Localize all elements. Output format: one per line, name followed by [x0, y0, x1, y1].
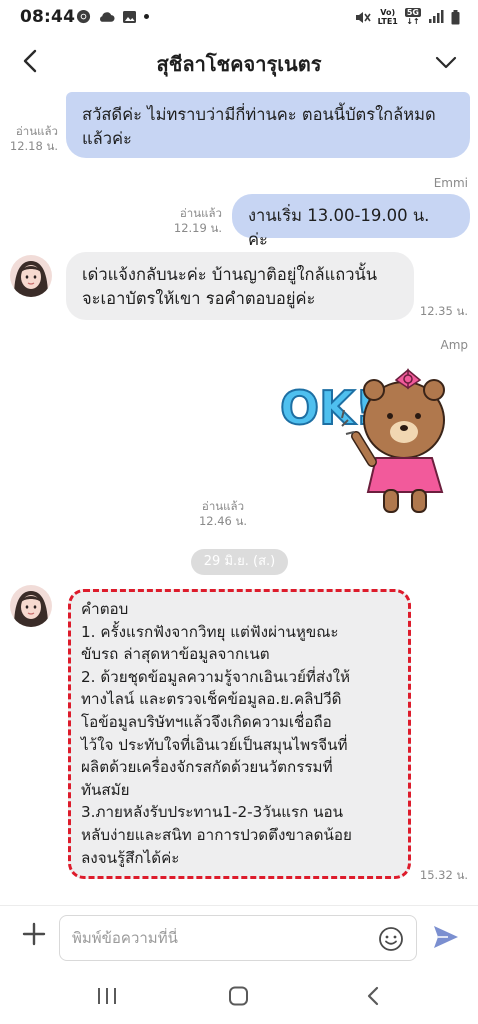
- 5g-indicator: 5G ↓↑: [404, 8, 421, 26]
- message-bubble-received-highlighted[interactable]: คำตอบ 1. ครั้งแรกฟังจากวิทยุ แต่ฟังผ่านห…: [68, 589, 411, 879]
- status-time: 08:44: [20, 7, 76, 27]
- read-receipt: อ่านแล้ว 12.46 น.: [198, 499, 248, 528]
- chat-area[interactable]: อ่านแล้ว 12.18 น. สวัสดีค่ะ ไม่ทราบว่ามี…: [0, 90, 478, 905]
- sender-name: Emmi: [433, 176, 468, 190]
- volte-indicator: Vo) LTE1: [378, 8, 398, 26]
- message-bubble-sent[interactable]: สวัสดีค่ะ ไม่ทราบว่ามีกี่ท่านคะ ตอนนี้บั…: [66, 92, 470, 158]
- answer-line: ทางไลน์ และตรวจเช็คข้อมูลอ.ย.คลิปวีดิ: [81, 690, 342, 709]
- answer-line: ทันสมัย: [81, 780, 130, 799]
- chat-title: สุชีลาโชคจารุเนตร: [156, 52, 322, 76]
- sticker-text: OK!: [280, 381, 376, 435]
- message-bubble-sent[interactable]: งานเริ่ม 13.00-19.00 น. ค่ะ: [232, 194, 470, 249]
- answer-line: ผลิตด้วยเครื่องจักรสกัดด้วยนวัตกรรมที่: [81, 758, 333, 777]
- answer-line: คำตอบ: [81, 600, 129, 618]
- send-icon[interactable]: [432, 924, 460, 950]
- battery-icon: [451, 9, 460, 24]
- message-input[interactable]: [59, 915, 417, 961]
- signal-icon: [429, 10, 444, 23]
- recent-apps-icon[interactable]: [95, 985, 119, 1007]
- message-time: 15.32 น.: [419, 868, 468, 882]
- system-nav-bar: [0, 967, 478, 1024]
- mute-icon: [355, 11, 371, 23]
- chat-header: สุชีลาโชคจารุเนตร: [0, 34, 478, 90]
- status-left-icons: [76, 9, 149, 24]
- answer-line: 2. ด้วยชุดข้อมูลความรู้จากเอินเวย์ที่ส่ง…: [81, 667, 351, 686]
- answer-line: 1. ครั้งแรกฟังจากวิทยุ แต่ฟังผ่านหูขณะ: [81, 622, 339, 641]
- date-separator: 29 มิ.ย. (ส.): [191, 549, 288, 575]
- answer-line: ขับรถ ล่าสุดหาข้อมูลจากเนต: [81, 645, 270, 664]
- cloud-icon: [100, 12, 115, 22]
- lte-text: LTE1: [377, 17, 398, 26]
- message-time: 12.35 น.: [419, 304, 468, 318]
- nav-back-icon[interactable]: [362, 985, 386, 1007]
- read-receipt: อ่านแล้ว 12.18 น.: [9, 124, 58, 153]
- answer-line: โอข้อมูลบริษัทฯแล้วจึงเกิดความเชื่อถือ: [81, 712, 332, 731]
- answer-line: 3.ภายหลังรับประทาน1-2-3วันแรก นอน: [81, 803, 344, 822]
- avatar-photo-icon: [10, 255, 52, 297]
- 5g-text: 5G: [404, 8, 421, 17]
- status-bar: 08:44 Vo) LTE1 5G ↓↑: [0, 0, 478, 34]
- avatar-photo-icon: [10, 585, 52, 627]
- sender-name: Amp: [440, 338, 468, 352]
- home-icon[interactable]: [227, 985, 251, 1007]
- chevron-down-icon[interactable]: [432, 48, 460, 76]
- avatar[interactable]: [10, 585, 52, 627]
- notification-dot-icon: [144, 14, 149, 19]
- message-input-bar: [0, 905, 478, 968]
- answer-line: ลงจนรู้สึกได้ค่ะ: [81, 848, 180, 867]
- avatar[interactable]: [10, 255, 52, 297]
- answer-line: ไว้ใจ ประทับใจที่เอินเวย์เป็นสมุนไพรจีนท…: [81, 735, 348, 754]
- sticker-ok-bear-icon[interactable]: OK!: [276, 362, 464, 522]
- chrome-icon: [76, 9, 91, 24]
- emoji-icon[interactable]: [378, 926, 404, 952]
- answer-line: หลับง่ายและสนิท อาการปวดตึงขาลดน้อย: [81, 825, 352, 844]
- message-text-field[interactable]: [70, 928, 364, 948]
- status-right-icons: Vo) LTE1 5G ↓↑: [354, 8, 460, 26]
- gallery-icon: [123, 10, 136, 23]
- message-bubble-received[interactable]: เด่วแจ้งกลับนะค่ะ บ้านญาติอยู่ใกล้แถวนั้…: [66, 252, 414, 320]
- volte-text: Vo): [380, 8, 396, 17]
- plus-icon[interactable]: [20, 920, 48, 948]
- read-receipt: อ่านแล้ว 12.19 น.: [173, 206, 222, 235]
